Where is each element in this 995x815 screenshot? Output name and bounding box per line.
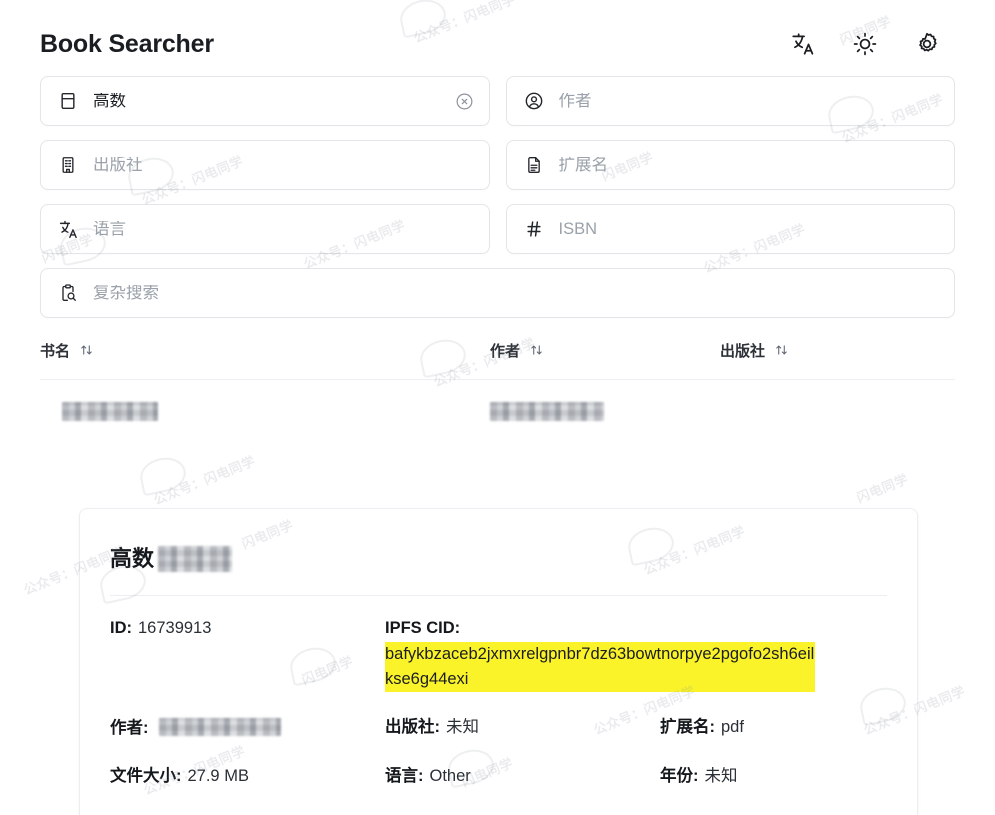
search-input-title-value: 高数	[93, 92, 126, 110]
search-input-isbn-placeholder: ISBN	[558, 220, 598, 238]
search-input-publisher-placeholder: 出版社	[93, 156, 143, 174]
search-input-language-placeholder: 语言	[93, 220, 126, 238]
detail-row-2: 作者: 出版社: 未知 扩展名: pdf	[110, 715, 887, 742]
watermark-text: 公众号：闪电同学	[151, 453, 258, 508]
detail-field-year-label: 年份:	[660, 767, 699, 786]
header-actions	[789, 30, 959, 58]
table-header-row: 书名 作者 出版社	[40, 340, 955, 380]
table-header-title-label: 书名	[40, 343, 71, 360]
translate-icon[interactable]	[789, 30, 817, 58]
detail-field-language-label: 语言:	[385, 767, 424, 786]
detail-field-extension-label: 扩展名:	[660, 717, 715, 736]
detail-field-filesize-label: 文件大小:	[110, 767, 182, 786]
book-detail-card: 高数 ID: 16739913 IPFS CID: bafykbzaceb2jx…	[79, 508, 918, 815]
detail-field-extension: 扩展名: pdf	[660, 715, 744, 741]
search-input-complex-query[interactable]: 复杂搜索	[40, 268, 955, 318]
app-root: Book Searcher 高数 作者 出版社 扩展名 语言 ISBN 复杂搜索…	[0, 0, 995, 815]
table-header-author-label: 作者	[490, 343, 521, 360]
search-panel: 高数 作者 出版社 扩展名 语言 ISBN 复杂搜索	[0, 76, 995, 318]
results-table: 书名 作者 出版社	[0, 340, 995, 442]
detail-field-author: 作者:	[110, 715, 385, 742]
redacted-author-text	[490, 401, 604, 421]
sort-arrows-icon[interactable]	[775, 343, 789, 358]
redacted-detail-author	[158, 717, 281, 736]
search-input-title[interactable]: 高数	[40, 76, 490, 126]
detail-field-ipfs-cid-value[interactable]: bafykbzaceb2jxmxrelgpnbr7dz63bowtnorpye2…	[385, 641, 815, 692]
search-input-author[interactable]: 作者	[505, 76, 955, 126]
sort-arrows-icon[interactable]	[530, 343, 544, 358]
settings-gear-icon[interactable]	[913, 30, 941, 58]
detail-field-year-value: 未知	[704, 767, 738, 786]
app-header: Book Searcher	[0, 0, 995, 76]
detail-metadata-grid: ID: 16739913 IPFS CID: bafykbzaceb2jxmxr…	[110, 596, 887, 815]
sort-arrows-icon[interactable]	[80, 343, 94, 358]
table-header-publisher[interactable]: 出版社	[720, 340, 789, 361]
table-header-author[interactable]: 作者	[490, 340, 720, 361]
table-row[interactable]	[40, 380, 955, 442]
detail-field-author-label: 作者:	[110, 718, 149, 737]
table-header-title[interactable]: 书名	[40, 340, 490, 361]
person-circle-icon	[523, 90, 545, 112]
search-input-language[interactable]: 语言	[40, 204, 490, 254]
search-row-3: 语言 ISBN	[40, 204, 955, 254]
search-input-isbn[interactable]: ISBN	[505, 204, 955, 254]
search-row-4: 复杂搜索	[40, 268, 955, 318]
detail-field-id: ID: 16739913	[110, 616, 385, 642]
hash-icon	[523, 218, 545, 240]
table-cell-title	[40, 401, 490, 421]
book-icon	[57, 90, 79, 112]
search-input-author-placeholder: 作者	[558, 92, 592, 110]
watermark-bubble-icon	[136, 453, 190, 497]
detail-field-ipfs-cid: IPFS CID: bafykbzaceb2jxmxrelgpnbr7dz63b…	[385, 616, 815, 692]
detail-title: 高数	[110, 535, 887, 596]
detail-row-3: 文件大小: 27.9 MB 语言: Other 年份: 未知	[110, 764, 887, 790]
detail-row-1: ID: 16739913 IPFS CID: bafykbzaceb2jxmxr…	[110, 616, 887, 692]
table-header-publisher-label: 出版社	[720, 343, 766, 360]
building-icon	[57, 154, 79, 176]
detail-field-publisher: 出版社: 未知	[385, 715, 660, 741]
page-title: Book Searcher	[40, 29, 214, 58]
clipboard-search-icon	[57, 282, 79, 304]
search-input-publisher[interactable]: 出版社	[40, 140, 490, 190]
detail-field-publisher-label: 出版社:	[385, 717, 440, 736]
detail-field-id-label: ID:	[110, 619, 132, 637]
redacted-title-text	[62, 401, 158, 421]
search-input-extension-placeholder: 扩展名	[558, 156, 609, 174]
search-row-1: 高数 作者	[40, 76, 955, 126]
translate-icon	[57, 218, 79, 240]
detail-field-language-value: Other	[429, 767, 471, 786]
detail-field-id-value: 16739913	[138, 619, 212, 637]
detail-field-extension-value: pdf	[721, 717, 744, 736]
detail-field-publisher-value: 未知	[446, 717, 479, 736]
watermark-text: 闪电同学	[854, 471, 911, 506]
detail-field-filesize-value: 27.9 MB	[187, 767, 249, 786]
detail-field-year: 年份: 未知	[660, 764, 738, 790]
search-input-extension[interactable]: 扩展名	[505, 140, 955, 190]
detail-title-text: 高数	[110, 546, 155, 571]
table-cell-author	[490, 401, 720, 421]
redacted-detail-title	[158, 546, 233, 572]
file-text-icon	[523, 154, 545, 176]
detail-field-filesize: 文件大小: 27.9 MB	[110, 764, 385, 790]
detail-field-ipfs-cid-label: IPFS CID:	[385, 619, 461, 637]
search-row-2: 出版社 扩展名	[40, 140, 955, 190]
brightness-sun-icon[interactable]	[851, 30, 879, 58]
clear-title-icon[interactable]	[455, 91, 475, 111]
search-input-complex-query-placeholder: 复杂搜索	[93, 284, 159, 302]
detail-field-language: 语言: Other	[385, 764, 660, 790]
